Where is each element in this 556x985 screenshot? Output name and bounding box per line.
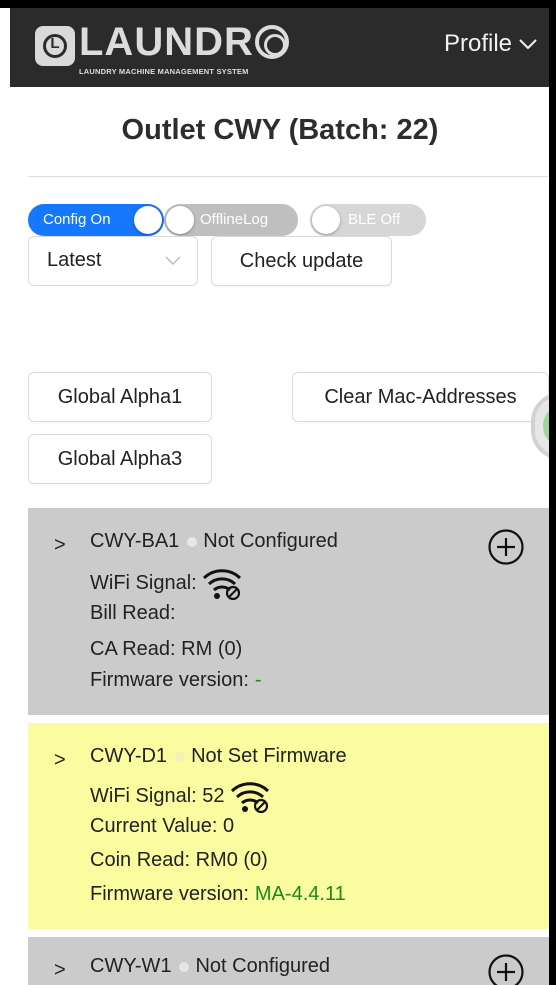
bill-read: Bill Read: (90, 602, 176, 624)
machine-name: CWY-BA1 (90, 530, 180, 552)
wifi-signal-row: WiFi Signal: 52 (90, 779, 271, 813)
machine-name: CWY-D1 (90, 745, 168, 767)
app-header: L LAUNDR LAUNDRY MACHINE MANAGEMENT SYST… (10, 8, 556, 87)
status-dot (175, 751, 186, 762)
machine-header: CWY-BA1 Not Configured (90, 530, 338, 553)
chevron-down-icon (519, 39, 537, 50)
ca-read: CA Read: RM (0) (90, 638, 243, 660)
current-value: Current Value: 0 (90, 815, 235, 837)
profile-label: Profile (443, 30, 512, 57)
chevron-right-icon[interactable]: > (54, 959, 66, 982)
logo-icon: L (35, 26, 75, 66)
status-dot (187, 536, 198, 547)
add-circle-icon[interactable] (487, 953, 525, 985)
firmware-value: MA-4.4.11 (254, 883, 346, 905)
clear-mac-addresses-button[interactable]: Clear Mac-Addresses (292, 372, 549, 422)
machine-header: CWY-W1 Not Configured (90, 955, 330, 978)
coin-read: Coin Read: RM0 (0) (90, 849, 268, 871)
machine-card[interactable]: > CWY-W1 Not Configured (28, 937, 549, 985)
wifi-off-icon (202, 569, 241, 600)
ble-toggle[interactable]: BLE Off (310, 204, 426, 236)
machine-header: CWY-D1 Not Set Firmware (90, 745, 347, 768)
ble-toggle-label: BLE Off (348, 211, 401, 228)
check-update-button[interactable]: Check update (211, 236, 392, 286)
wifi-off-icon (230, 782, 269, 813)
chevron-right-icon[interactable]: > (54, 749, 66, 772)
chevron-right-icon[interactable]: > (54, 534, 66, 557)
machine-card[interactable]: > CWY-D1 Not Set Firmware WiFi Signal: 5… (28, 723, 549, 929)
config-toggle[interactable]: Config On (28, 204, 164, 236)
wifi-signal-label: WiFi Signal: (90, 571, 197, 594)
firmware-row: Firmware version: - (90, 669, 262, 692)
global-alpha1-button[interactable]: Global Alpha1 (28, 372, 212, 422)
machine-status: Not Configured (203, 530, 338, 552)
offline-log-toggle-label: OfflineLog (200, 211, 269, 228)
wifi-signal-row: WiFi Signal: (90, 566, 243, 600)
app-page: L LAUNDR LAUNDRY MACHINE MANAGEMENT SYST… (0, 0, 556, 985)
machine-status: Not Configured (195, 955, 331, 977)
chevron-down-icon (165, 256, 181, 266)
screen-edge-top (0, 0, 556, 8)
firmware-label: Firmware version: (90, 669, 249, 691)
global-alpha3-button[interactable]: Global Alpha3 (28, 434, 212, 484)
machine-name: CWY-W1 (90, 955, 172, 977)
wifi-signal-label: WiFi Signal: 52 (90, 784, 225, 807)
status-dot (179, 961, 190, 972)
divider (28, 176, 548, 177)
profile-menu[interactable]: Profile (444, 30, 538, 58)
logo-subtitle: LAUNDRY MACHINE MANAGEMENT SYSTEM (79, 67, 249, 76)
config-toggle-label: Config On (43, 211, 111, 228)
version-select-value: Latest (47, 249, 102, 271)
machine-status: Not Set Firmware (191, 745, 347, 767)
add-circle-icon[interactable] (487, 528, 525, 566)
machine-card[interactable]: > CWY-BA1 Not Configured WiFi Signal: Bi… (28, 508, 549, 715)
version-select[interactable]: Latest (28, 236, 198, 286)
offline-log-toggle[interactable]: OfflineLog (164, 204, 298, 236)
laundro-logo[interactable]: L LAUNDR LAUNDRY MACHINE MANAGEMENT SYST… (35, 20, 305, 76)
firmware-row: Firmware version: MA-4.4.11 (90, 883, 346, 906)
screen-edge-right (549, 0, 556, 985)
firmware-label: Firmware version: (90, 883, 249, 905)
page-title: Outlet CWY (Batch: 22) (121, 114, 439, 146)
logo-text: LAUNDR (79, 20, 289, 64)
firmware-value: - (254, 669, 262, 691)
